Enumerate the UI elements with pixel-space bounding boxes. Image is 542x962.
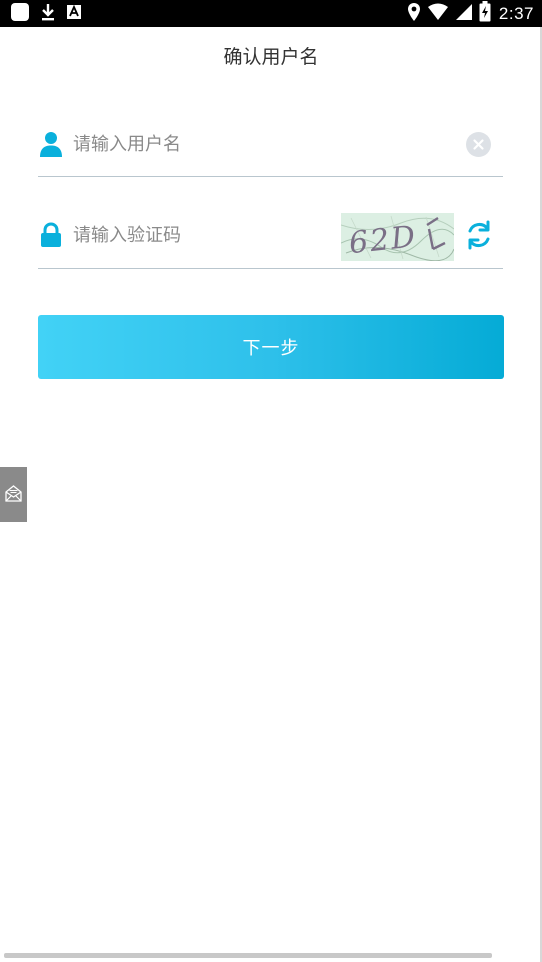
signal-icon <box>455 3 473 25</box>
bottom-scroll-indicator <box>4 953 492 958</box>
battery-charging-icon <box>479 1 491 26</box>
lock-icon <box>40 222 62 248</box>
location-icon <box>407 2 421 26</box>
screen: 2:37 确认用户名 请输入用户名 请输入验证码 62D 下一步 <box>0 0 542 962</box>
side-feedback-tab[interactable] <box>0 467 27 522</box>
status-time: 2:37 <box>498 3 534 23</box>
page-title: 确认用户名 <box>223 46 319 68</box>
captcha-row: 62D <box>38 208 503 269</box>
captcha-text: 62D <box>347 219 419 261</box>
status-bar-right: 2:37 <box>407 1 534 26</box>
refresh-icon <box>468 220 490 250</box>
username-input[interactable] <box>73 129 453 159</box>
status-bar-left <box>10 2 82 26</box>
status-bar: 2:37 <box>0 0 542 27</box>
mail-icon <box>5 485 22 502</box>
next-step-button[interactable]: 下一步 <box>38 315 504 379</box>
app-square-icon <box>10 2 30 26</box>
user-icon <box>40 131 62 157</box>
clear-username-button[interactable] <box>466 132 491 157</box>
username-row <box>38 116 503 177</box>
wifi-icon <box>427 3 449 25</box>
captcha-input[interactable] <box>73 220 333 250</box>
font-a-icon <box>66 3 82 25</box>
refresh-captcha-button[interactable] <box>465 220 493 250</box>
download-icon <box>40 2 56 26</box>
captcha-image[interactable]: 62D <box>341 213 454 261</box>
close-icon <box>473 139 484 150</box>
